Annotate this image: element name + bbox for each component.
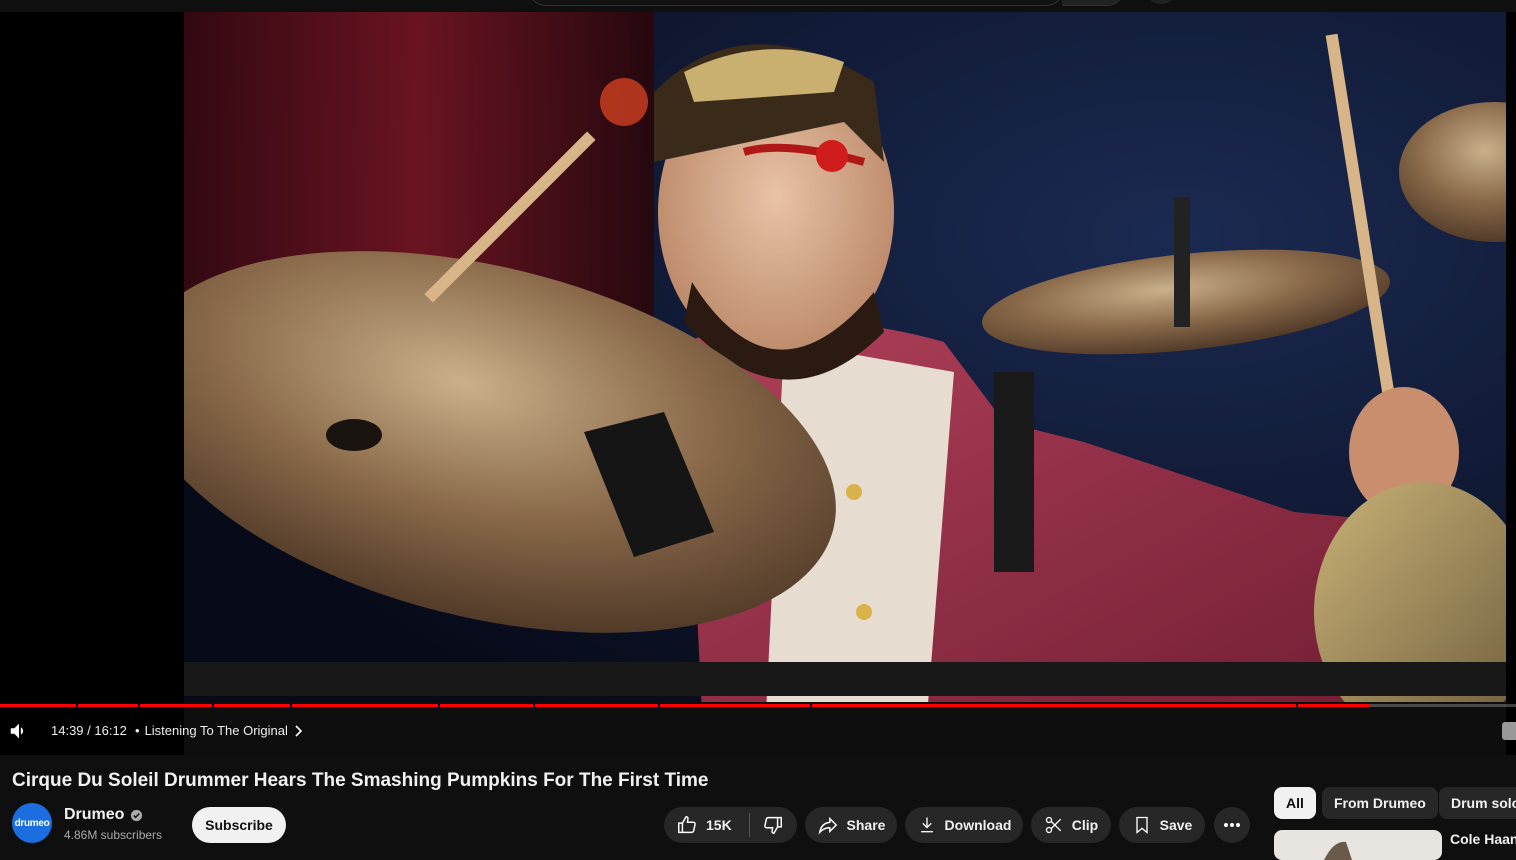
chip-from-drumeo[interactable]: From Drumeo	[1322, 787, 1438, 819]
chapter-marker	[533, 704, 535, 707]
chapter-marker	[138, 704, 140, 707]
share-icon	[818, 816, 837, 835]
channel-avatar[interactable]: drumeo	[12, 803, 52, 843]
video-player[interactable]: 14:39 / 16:12 • Listening To The Origina…	[0, 12, 1516, 755]
more-actions-button[interactable]	[1214, 807, 1250, 843]
chapter-marker	[658, 704, 660, 707]
save-button[interactable]: Save	[1119, 807, 1205, 843]
player-controls: 14:39 / 16:12 • Listening To The Origina…	[0, 712, 1516, 752]
like-dislike-group: 15K	[664, 807, 797, 843]
chapter-title: Listening To The Original	[144, 723, 288, 738]
search-button[interactable]	[1062, 0, 1125, 6]
chapter-marker	[76, 704, 78, 707]
volume-icon[interactable]	[8, 720, 30, 742]
save-label: Save	[1159, 817, 1193, 833]
search-input[interactable]	[528, 0, 1064, 6]
video-frame-image	[184, 12, 1506, 755]
chapter-title-button[interactable]: • Listening To The Original	[135, 723, 303, 738]
chevron-right-icon	[295, 724, 303, 737]
recommendation-thumbnail-image	[1324, 841, 1352, 860]
chapter-marker	[290, 704, 292, 707]
chapter-marker	[810, 704, 812, 707]
chip-all[interactable]: All	[1274, 787, 1316, 819]
video-frame[interactable]	[184, 12, 1506, 755]
progress-bar-fill	[0, 704, 1370, 707]
subscriber-count: 4.86M subscribers	[64, 828, 163, 842]
more-icon	[1224, 823, 1240, 827]
masthead	[0, 0, 1516, 12]
chapter-marker	[212, 704, 214, 707]
thumbs-down-icon	[764, 816, 783, 834]
chapter-marker	[438, 704, 440, 707]
thumbs-up-icon	[678, 816, 696, 834]
chip-drum-solo[interactable]: Drum solo	[1439, 787, 1516, 819]
recommendation-thumbnail[interactable]	[1274, 830, 1442, 860]
chapter-marker	[1296, 704, 1298, 707]
pause-icon[interactable]	[1502, 722, 1516, 740]
like-button[interactable]: 15K	[664, 807, 749, 843]
chapter-separator: •	[135, 723, 140, 738]
like-count: 15K	[706, 817, 732, 833]
download-label: Download	[944, 817, 1012, 833]
time-display: 14:39 / 16:12	[51, 723, 127, 738]
bookmark-icon	[1135, 816, 1148, 834]
download-icon	[920, 817, 933, 833]
share-button[interactable]: Share	[805, 807, 897, 843]
download-button[interactable]: Download	[905, 807, 1023, 843]
channel-name: Drumeo	[64, 806, 125, 823]
voice-search-button[interactable]	[1144, 0, 1178, 4]
recommendation-title[interactable]: Cole Haan	[1450, 831, 1516, 847]
scissors-icon	[1045, 816, 1061, 834]
progress-bar[interactable]	[0, 704, 1516, 707]
video-title: Cirque Du Soleil Drummer Hears The Smash…	[12, 770, 709, 791]
subscribe-button[interactable]: Subscribe	[192, 807, 286, 843]
verified-icon	[131, 809, 143, 821]
share-label: Share	[846, 817, 886, 833]
clip-label: Clip	[1071, 817, 1099, 833]
dislike-button[interactable]	[750, 807, 797, 843]
clip-button[interactable]: Clip	[1031, 807, 1111, 843]
channel-name-link[interactable]: Drumeo	[64, 806, 143, 824]
